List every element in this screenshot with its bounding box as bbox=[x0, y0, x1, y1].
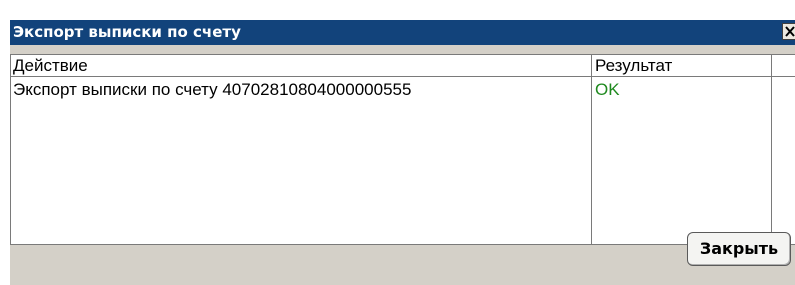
table-row[interactable]: Экспорт выписки по счету 407028108040000… bbox=[11, 79, 795, 103]
cell-result: OK bbox=[595, 80, 620, 99]
title-close-button[interactable] bbox=[782, 23, 795, 40]
dialog-titlebar: Экспорт выписки по счету bbox=[10, 20, 795, 45]
column-header-result[interactable]: Результат bbox=[595, 55, 672, 76]
close-button[interactable]: Закрыть bbox=[687, 232, 791, 266]
export-statement-dialog: Экспорт выписки по счету Действие Резуль… bbox=[10, 20, 795, 285]
column-header-action[interactable]: Действие bbox=[13, 55, 88, 76]
cell-action: Экспорт выписки по счету 407028108040000… bbox=[13, 80, 412, 99]
dialog-title: Экспорт выписки по счету bbox=[13, 23, 241, 41]
table-header: Действие Результат bbox=[11, 55, 795, 77]
close-icon bbox=[785, 26, 795, 37]
results-table: Действие Результат Экспорт выписки по сч… bbox=[10, 54, 795, 245]
